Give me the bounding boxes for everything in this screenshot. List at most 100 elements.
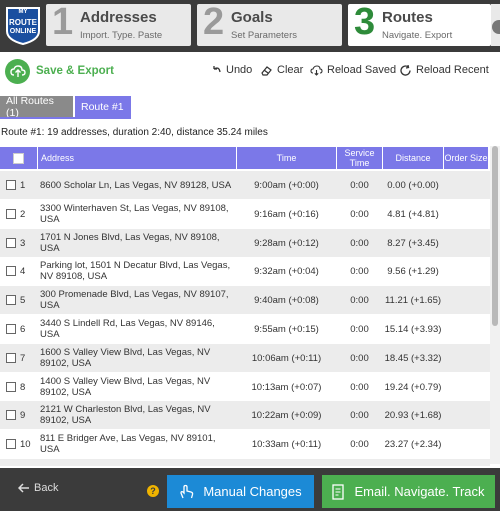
- order-size-cell[interactable]: [444, 373, 488, 401]
- undo-button[interactable]: Undo: [211, 64, 252, 76]
- header-time[interactable]: Time: [237, 147, 336, 169]
- service-time-cell: 0:00: [350, 237, 369, 249]
- table-row[interactable]: 9 2121 W Charleston Blvd, Las Vegas, NV 8…: [0, 401, 490, 429]
- manual-changes-button[interactable]: Manual Changes: [167, 475, 314, 508]
- row-number: 1: [20, 179, 26, 191]
- order-size-cell[interactable]: [444, 430, 488, 458]
- header-service-time[interactable]: Service Time: [337, 147, 382, 169]
- tab-route-1[interactable]: Route #1: [75, 96, 131, 118]
- row-number: 6: [20, 323, 26, 335]
- table-row[interactable]: 1 8600 Scholar Ln, Las Vegas, NV 89128, U…: [0, 171, 490, 199]
- time-cell: 10:06am (+0:11): [251, 352, 322, 364]
- order-size-cell[interactable]: [444, 286, 488, 314]
- order-size-cell[interactable]: [444, 200, 488, 228]
- reload-saved-label: Reload Saved: [327, 64, 397, 76]
- service-time-cell: 0:00: [350, 381, 369, 393]
- order-size-cell[interactable]: [444, 344, 488, 372]
- step-title: Goals: [231, 9, 273, 26]
- address-cell: 811 E Bridger Ave, Las Vegas, NV 89101, …: [40, 433, 216, 455]
- step-title: Addresses: [80, 9, 157, 26]
- row-select-cell[interactable]: [6, 459, 36, 466]
- steps-scroll-handle[interactable]: [492, 20, 500, 34]
- header-address[interactable]: Address: [38, 147, 236, 169]
- distance-cell: 19.24 (+0.79): [384, 381, 442, 393]
- step-number: 1: [52, 1, 74, 43]
- order-size-cell[interactable]: [444, 459, 488, 466]
- row-select-cell[interactable]: 9: [6, 401, 36, 429]
- row-select-cell[interactable]: 4: [6, 257, 36, 285]
- row-checkbox[interactable]: [6, 295, 16, 305]
- distance-cell: 8.27 (+3.45): [387, 237, 439, 249]
- row-checkbox[interactable]: [6, 180, 16, 190]
- help-icon[interactable]: ?: [147, 485, 159, 497]
- row-checkbox[interactable]: [6, 439, 16, 449]
- row-select-cell[interactable]: 8: [6, 373, 36, 401]
- table-row[interactable]: 2 3300 Winterhaven St, Las Vegas, NV 8910…: [0, 200, 490, 228]
- step-subtitle: Import. Type. Paste: [80, 30, 163, 41]
- step-addresses[interactable]: 1 Addresses Import. Type. Paste: [46, 1, 191, 46]
- row-checkbox[interactable]: [6, 353, 16, 363]
- save-export-button[interactable]: Save & Export: [5, 58, 114, 84]
- service-time-cell: 0:00: [350, 208, 369, 220]
- tab-all-routes[interactable]: All Routes (1): [0, 95, 73, 119]
- order-size-cell[interactable]: [444, 229, 488, 257]
- row-number: 7: [20, 352, 26, 364]
- row-select-cell[interactable]: 5: [6, 286, 36, 314]
- row-number: 10: [20, 438, 31, 450]
- step-routes[interactable]: 3 Routes Navigate. Export: [348, 1, 491, 46]
- document-edit-icon: [332, 483, 345, 500]
- row-select-cell[interactable]: 7: [6, 344, 36, 372]
- row-number: 4: [20, 265, 26, 277]
- row-select-cell[interactable]: 2: [6, 200, 36, 228]
- service-time-cell: 0:00: [350, 323, 369, 335]
- distance-cell: 18.45 (+3.32): [384, 352, 442, 364]
- table-row[interactable]: 8 1400 S Valley View Blvd, Las Vegas, NV …: [0, 373, 490, 401]
- row-number: 5: [20, 294, 26, 306]
- row-number: 8: [20, 381, 26, 393]
- service-time-cell: [337, 459, 382, 466]
- table-row[interactable]: 5 300 Promenade Blvd, Las Vegas, NV 89107…: [0, 286, 490, 314]
- header-distance[interactable]: Distance: [383, 147, 443, 169]
- row-select-cell[interactable]: 10: [6, 430, 36, 458]
- address-cell: 1600 S Valley View Blvd, Las Vegas, NV 8…: [40, 347, 211, 369]
- clear-button[interactable]: Clear: [260, 64, 303, 76]
- row-select-cell[interactable]: 6: [6, 315, 36, 343]
- row-checkbox[interactable]: [6, 266, 16, 276]
- table-scrollbar-thumb[interactable]: [492, 146, 498, 326]
- order-size-cell[interactable]: [444, 315, 488, 343]
- table-row[interactable]: 4 Parking lot, 1501 N Decatur Blvd, Las V…: [0, 257, 490, 285]
- select-all-checkbox[interactable]: [13, 152, 24, 164]
- row-checkbox[interactable]: [6, 209, 16, 219]
- step-subtitle: Navigate. Export: [382, 30, 453, 41]
- row-checkbox[interactable]: [6, 324, 16, 334]
- table-row[interactable]: 6 3440 S Lindell Rd, Las Vegas, NV 89146,…: [0, 315, 490, 343]
- logo-text-route: ROUTE: [9, 18, 37, 27]
- table-scrollbar[interactable]: [490, 146, 500, 464]
- order-size-cell[interactable]: [444, 257, 488, 285]
- address-cell: 3440 S Lindell Rd, Las Vegas, NV 89146, …: [40, 318, 215, 340]
- row-checkbox[interactable]: [6, 382, 16, 392]
- row-select-cell[interactable]: 1: [6, 171, 36, 199]
- address-cell: 1701 N Jones Blvd, Las Vegas, NV 89108, …: [40, 232, 220, 254]
- row-checkbox[interactable]: [6, 238, 16, 248]
- back-button[interactable]: Back: [18, 482, 58, 494]
- clear-label: Clear: [277, 64, 304, 76]
- row-select-cell[interactable]: 3: [6, 229, 36, 257]
- row-checkbox[interactable]: [6, 410, 16, 420]
- email-navigate-track-button[interactable]: Email. Navigate. Track: [322, 475, 495, 508]
- reload-recent-button[interactable]: Reload Recent: [400, 64, 489, 76]
- app-logo[interactable]: MY ROUTE ONLINE: [4, 5, 42, 46]
- table-row[interactable]: 3 1701 N Jones Blvd, Las Vegas, NV 89108,…: [0, 229, 490, 257]
- header-select-all[interactable]: [0, 147, 37, 169]
- table-row[interactable]: 7 1600 S Valley View Blvd, Las Vegas, NV …: [0, 344, 490, 372]
- table-row[interactable]: 1101 N Maryland Pkwy, Las Vegas, NV 23.87: [0, 459, 490, 466]
- service-time-cell: 0:00: [350, 179, 369, 191]
- table-row[interactable]: 10 811 E Bridger Ave, Las Vegas, NV 89101…: [0, 430, 490, 458]
- reload-saved-button[interactable]: Reload Saved: [310, 64, 396, 76]
- order-size-cell[interactable]: [444, 171, 488, 199]
- row-number: 2: [20, 208, 26, 220]
- header-order-size[interactable]: Order Size: [444, 147, 488, 169]
- order-size-cell[interactable]: [444, 401, 488, 429]
- step-number: 3: [354, 1, 376, 43]
- step-goals[interactable]: 2 Goals Set Parameters: [197, 1, 342, 46]
